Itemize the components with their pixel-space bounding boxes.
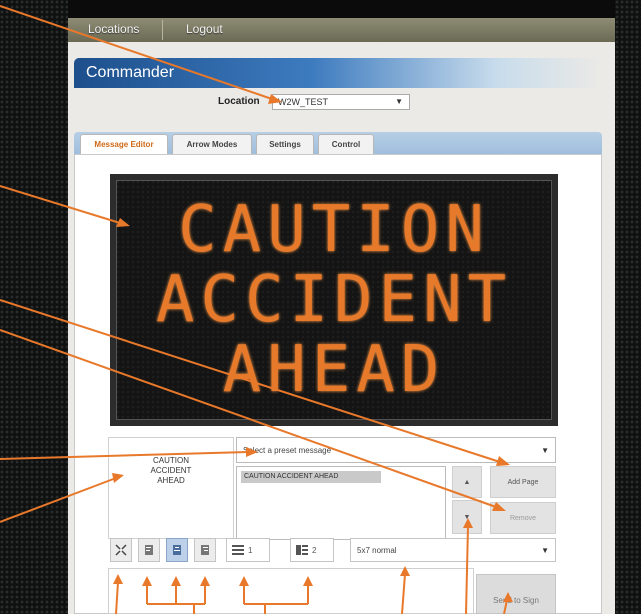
align-left-icon [145,545,153,555]
thumbnail-line-3: AHEAD [157,476,185,485]
arrow-down-icon: ▼ [463,513,471,521]
arrow-up-icon: ▲ [463,478,471,486]
remove-button[interactable]: Remove [490,502,556,534]
move-up-button[interactable]: ▲ [452,466,482,498]
list-item[interactable]: CAUTION ACCIDENT AHEAD [241,471,381,483]
align-center-button[interactable] [166,538,188,562]
auto-fit-button[interactable] [110,538,132,562]
auto-fit-icon [115,544,127,556]
page-count-value: 2 [312,545,317,555]
dropdown-caret-icon: ▼ [395,97,403,106]
preset-message-select[interactable]: Select a preset message ▼ [236,437,556,463]
tab-control[interactable]: Control [318,134,374,154]
tab-bar: Message Editor Arrow Modes Settings Cont… [74,132,602,154]
thumbnail-line-1: CAUTION [153,456,189,465]
line-spacing-field[interactable]: 1 [226,538,270,562]
nav-logout-link[interactable]: Logout [186,22,223,36]
location-value: W2W_TEST [278,97,329,107]
align-center-icon [173,545,181,555]
nav-divider [162,20,163,40]
led-sign-preview: CAUTION ACCIDENT AHEAD [110,174,558,426]
location-select[interactable]: W2W_TEST ▼ [272,94,410,110]
led-line-2: ACCIDENT [155,263,513,337]
top-bar: Locations Logout [68,0,615,42]
line-spacing-icon [232,545,244,555]
align-right-icon [201,545,209,555]
message-list[interactable]: CAUTION ACCIDENT AHEAD [236,466,446,540]
led-line-3: AHEAD [222,333,446,407]
message-text-area[interactable] [108,568,474,614]
dropdown-caret-icon: ▼ [541,446,549,455]
move-down-button[interactable]: ▼ [452,500,482,534]
nav-locations-link[interactable]: Locations [88,22,139,36]
commander-header: Commander [74,58,602,88]
add-page-button[interactable]: Add Page [490,466,556,498]
nav-bar: Locations Logout [68,18,615,42]
thumbnail-line-2: ACCIDENT [150,466,192,475]
font-value: 5x7 normal [357,546,397,555]
top-strip [68,0,615,18]
page-thumbnail[interactable]: CAUTION ACCIDENT AHEAD [108,437,234,539]
page-count-icon [296,545,308,555]
tab-message-editor[interactable]: Message Editor [80,134,168,154]
tab-settings[interactable]: Settings [256,134,314,154]
page-title: Commander [86,64,175,81]
location-label: Location [218,96,260,107]
page-count-field[interactable]: 2 [290,538,334,562]
align-right-button[interactable] [194,538,216,562]
led-line-1: CAUTION [178,193,490,267]
send-to-sign-button[interactable]: Send to Sign [476,574,556,614]
tab-arrow-modes[interactable]: Arrow Modes [172,134,252,154]
align-left-button[interactable] [138,538,160,562]
preset-placeholder: Select a preset message [243,446,332,455]
font-select[interactable]: 5x7 normal ▼ [350,538,556,562]
line-spacing-value: 1 [248,545,253,555]
dropdown-caret-icon: ▼ [541,546,549,555]
